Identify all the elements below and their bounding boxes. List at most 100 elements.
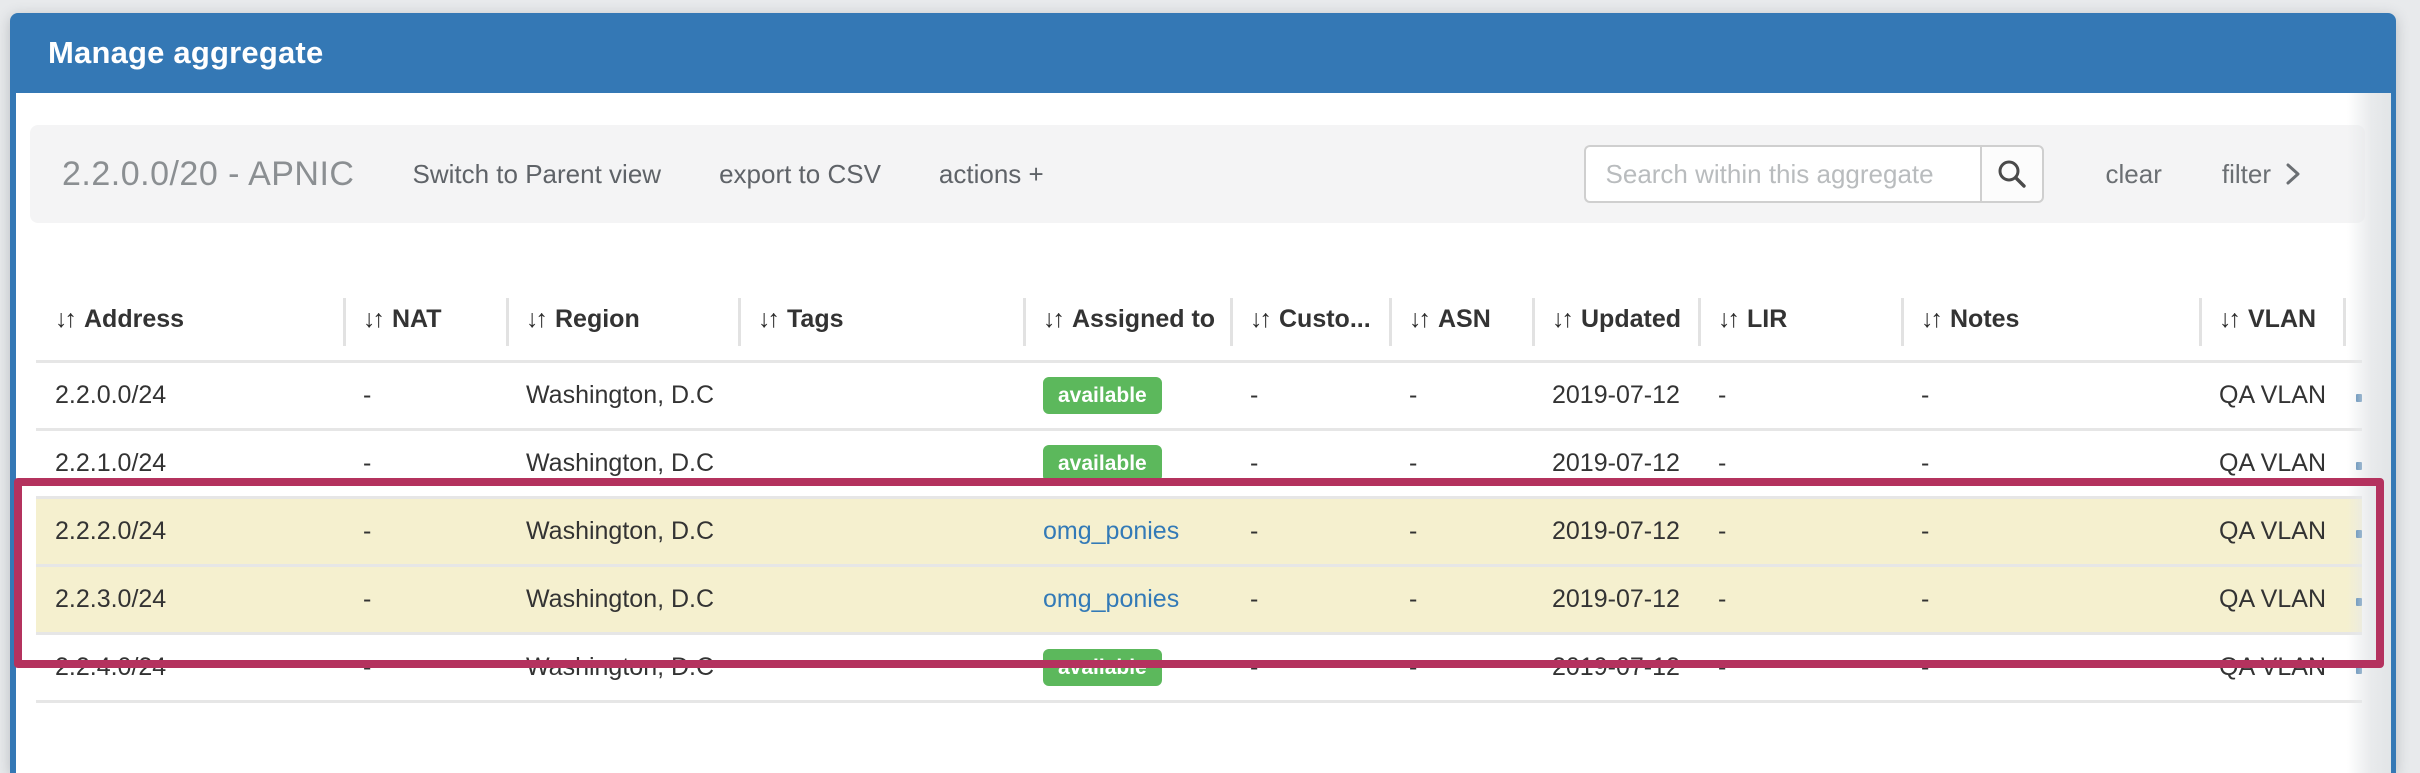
cell-assigned: available bbox=[1023, 361, 1230, 429]
filter-button[interactable]: filter bbox=[2222, 159, 2301, 190]
search-icon bbox=[1995, 157, 2029, 191]
cell-customer: - bbox=[1230, 361, 1389, 429]
assigned-to-link[interactable]: omg_ponies bbox=[1043, 517, 1179, 545]
page-title: Manage aggregate bbox=[48, 35, 323, 71]
column-label: NAT bbox=[392, 305, 442, 333]
actions-menu[interactable]: actions + bbox=[939, 159, 1044, 190]
cell-region: Washington, D.C bbox=[506, 565, 738, 633]
status-badge: available bbox=[1043, 445, 1162, 482]
column-header-customer[interactable]: ↓↑ Custo... bbox=[1230, 223, 1389, 361]
column-header-nat[interactable]: ↓↑NAT bbox=[343, 223, 506, 361]
cell-updated: 2019-07-12 bbox=[1532, 429, 1698, 497]
column-header-lir[interactable]: ↓↑LIR bbox=[1698, 223, 1901, 361]
aggregate-label: 2.2.0.0/20 - APNIC bbox=[62, 155, 355, 194]
cell-tags bbox=[738, 633, 1023, 701]
column-header-vlan[interactable]: ↓↑VLAN bbox=[2199, 223, 2343, 361]
cell-nat: - bbox=[343, 361, 506, 429]
cell-vlan: QA VLAN bbox=[2199, 429, 2343, 497]
page: Manage aggregate 2.2.0.0/20 - APNIC Swit… bbox=[0, 0, 2420, 718]
column-label: Notes bbox=[1950, 305, 2019, 333]
status-badge: available bbox=[1043, 649, 1162, 686]
aggregate-table-container: ↓↑Address↓↑NAT↓↑Region↓↑Tags↓↑Assigned t… bbox=[36, 223, 2362, 773]
cell-nat: - bbox=[343, 497, 506, 565]
table-row-2.2.4.0/24[interactable]: 2.2.4.0/24-Washington, D.Cavailable--201… bbox=[36, 633, 2362, 701]
column-header-updated[interactable]: ↓↑Updated bbox=[1532, 223, 1698, 361]
cell-asn: - bbox=[1389, 361, 1532, 429]
search-group bbox=[1584, 145, 2044, 203]
cell-region: Washington, D.C bbox=[506, 497, 738, 565]
switch-to-parent-view-link[interactable]: Switch to Parent view bbox=[413, 159, 662, 190]
cell-assigned: omg_ponies bbox=[1023, 497, 1230, 565]
clipped-link-sliver bbox=[2356, 462, 2362, 470]
cell-clipped-content bbox=[2343, 497, 2362, 565]
assigned-to-link[interactable]: omg_ponies bbox=[1043, 585, 1179, 613]
column-header-tags[interactable]: ↓↑Tags bbox=[738, 223, 1023, 361]
cell-nat: - bbox=[343, 429, 506, 497]
column-header-asn[interactable]: ↓↑ASN bbox=[1389, 223, 1532, 361]
search-input[interactable] bbox=[1584, 145, 1980, 203]
table-row-2.2.3.0/24[interactable]: 2.2.3.0/24-Washington, D.Comg_ponies--20… bbox=[36, 565, 2362, 633]
cell-clipped-content bbox=[2343, 361, 2362, 429]
cell-tags bbox=[738, 361, 1023, 429]
column-label: Updated bbox=[1581, 305, 1681, 333]
column-label: ASN bbox=[1438, 305, 1491, 333]
cell-notes: - bbox=[1901, 565, 2199, 633]
cell-nat: - bbox=[343, 633, 506, 701]
cell-address: 2.2.2.0/24 bbox=[36, 497, 343, 565]
cell-customer: - bbox=[1230, 633, 1389, 701]
sort-icon: ↓↑ bbox=[1718, 305, 1737, 333]
clipped-link-sliver bbox=[2356, 530, 2362, 538]
cell-region: Washington, D.C bbox=[506, 429, 738, 497]
cell-notes: - bbox=[1901, 497, 2199, 565]
cell-vlan: QA VLAN bbox=[2199, 497, 2343, 565]
cell-updated: 2019-07-12 bbox=[1532, 361, 1698, 429]
table-body: 2.2.0.0/24-Washington, D.Cavailable--201… bbox=[36, 361, 2362, 769]
cell-updated: 2019-07-12 bbox=[1532, 633, 1698, 701]
export-to-csv-link[interactable]: export to CSV bbox=[719, 159, 881, 190]
table-row-2.2.0.0/24[interactable]: 2.2.0.0/24-Washington, D.Cavailable--201… bbox=[36, 361, 2362, 429]
cell-updated: 2019-07-12 bbox=[1532, 497, 1698, 565]
cell-nat: - bbox=[343, 565, 506, 633]
cell-notes: - bbox=[1901, 429, 2199, 497]
cell-vlan: QA VLAN bbox=[2199, 633, 2343, 701]
cell-notes: - bbox=[1901, 633, 2199, 701]
column-label: Region bbox=[555, 305, 640, 333]
cell-clipped-content bbox=[2343, 633, 2362, 701]
column-header-region[interactable]: ↓↑Region bbox=[506, 223, 738, 361]
cell-assigned: available bbox=[1023, 429, 1230, 497]
cell-tags bbox=[738, 429, 1023, 497]
cell-clipped-content bbox=[2343, 429, 2362, 497]
filter-label: filter bbox=[2222, 159, 2271, 190]
cell-customer: - bbox=[1230, 497, 1389, 565]
cell-tags bbox=[738, 497, 1023, 565]
column-label: VLAN bbox=[2248, 305, 2316, 333]
cell-lir: - bbox=[1698, 497, 1901, 565]
column-header-notes[interactable]: ↓↑ Notes bbox=[1901, 223, 2199, 361]
clipped-link-sliver bbox=[2356, 394, 2362, 402]
cell-updated: 2019-07-12 bbox=[1532, 565, 1698, 633]
cell-vlan: QA VLAN bbox=[2199, 361, 2343, 429]
sort-icon: ↓↑ bbox=[1250, 305, 1269, 333]
cell-clipped-content bbox=[2343, 565, 2362, 633]
cell-region: Washington, D.C bbox=[506, 633, 738, 701]
column-header-address[interactable]: ↓↑Address bbox=[36, 223, 343, 361]
manage-aggregate-panel: Manage aggregate 2.2.0.0/20 - APNIC Swit… bbox=[10, 13, 2396, 773]
chevron-right-icon bbox=[2285, 161, 2301, 187]
column-label: Custo... bbox=[1279, 305, 1371, 333]
column-label: Address bbox=[84, 305, 184, 333]
table-row-2.2.2.0/24[interactable]: 2.2.2.0/24-Washington, D.Comg_ponies--20… bbox=[36, 497, 2362, 565]
clear-button[interactable]: clear bbox=[2106, 159, 2162, 190]
sort-icon: ↓↑ bbox=[758, 305, 777, 333]
table-row-partial bbox=[36, 701, 2362, 769]
search-button[interactable] bbox=[1980, 145, 2044, 203]
toolbar: 2.2.0.0/20 - APNIC Switch to Parent view… bbox=[30, 125, 2365, 223]
cell-lir: - bbox=[1698, 565, 1901, 633]
cell-assigned: omg_ponies bbox=[1023, 565, 1230, 633]
aggregate-table: ↓↑Address↓↑NAT↓↑Region↓↑Tags↓↑Assigned t… bbox=[36, 223, 2362, 769]
sort-icon: ↓↑ bbox=[1921, 305, 1940, 333]
table-row-2.2.1.0/24[interactable]: 2.2.1.0/24-Washington, D.Cavailable--201… bbox=[36, 429, 2362, 497]
clipped-link-sliver bbox=[2356, 666, 2362, 674]
cell-asn: - bbox=[1389, 565, 1532, 633]
cell-address: 2.2.0.0/24 bbox=[36, 361, 343, 429]
column-header-assigned[interactable]: ↓↑Assigned to bbox=[1023, 223, 1230, 361]
